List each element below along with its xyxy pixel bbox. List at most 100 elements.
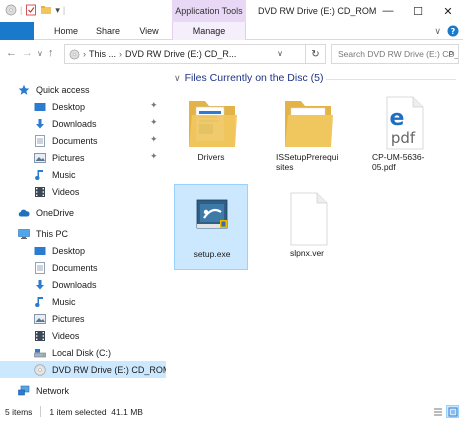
title-bar: | ▾ | Application Tools DVD RW Drive (E:… bbox=[0, 0, 463, 22]
videos-icon bbox=[35, 186, 45, 197]
breadcrumb-this-pc[interactable]: This ... bbox=[89, 49, 116, 59]
nav-label: Documents bbox=[52, 135, 98, 146]
network-icon bbox=[18, 385, 30, 395]
large-icons-view-icon bbox=[448, 407, 457, 416]
nav-label: Documents bbox=[52, 262, 98, 273]
nav-label: Downloads bbox=[52, 118, 97, 129]
nav-label: Videos bbox=[52, 330, 80, 341]
file-item-drivers[interactable]: Drivers bbox=[174, 88, 248, 174]
pin-icon[interactable]: ✦ bbox=[150, 151, 158, 162]
svg-text:?: ? bbox=[451, 27, 456, 36]
status-divider bbox=[40, 406, 42, 417]
close-button[interactable]: ✕ bbox=[433, 0, 463, 22]
nav-network[interactable]: Network bbox=[0, 382, 166, 399]
cloud-icon bbox=[18, 209, 30, 216]
nav-pc-pictures[interactable]: Pictures bbox=[0, 310, 166, 327]
status-selection: 1 item selected 41.1 MB bbox=[49, 406, 143, 417]
tab-share[interactable]: Share bbox=[90, 22, 126, 40]
pdf-icon: e pdf bbox=[386, 96, 424, 150]
search-placeholder: Search DVD RW Drive (E:) CD_... bbox=[338, 49, 459, 59]
nav-label: Pictures bbox=[52, 313, 85, 324]
folder-icon bbox=[189, 101, 237, 147]
nav-onedrive[interactable]: OneDrive bbox=[0, 204, 166, 221]
pin-icon[interactable]: ✦ bbox=[150, 117, 158, 128]
refresh-button[interactable]: ↻ bbox=[306, 44, 326, 64]
new-folder-icon[interactable] bbox=[40, 4, 52, 16]
tab-home[interactable]: Home bbox=[48, 22, 84, 40]
installer-icon bbox=[196, 199, 228, 229]
nav-pc-dvd-drive[interactable]: DVD RW Drive (E:) CD_ROM bbox=[0, 361, 170, 378]
music-icon bbox=[35, 296, 43, 307]
file-name: ISSetupPrerequisites bbox=[276, 152, 339, 172]
context-tab-header: Application Tools bbox=[172, 0, 246, 22]
navigation-pane: Quick access Desktop ✦ Downloads ✦ Docum… bbox=[0, 68, 170, 400]
help-icon[interactable]: ? bbox=[447, 25, 459, 37]
breadcrumb-separator-icon: › bbox=[83, 49, 86, 59]
videos-icon bbox=[35, 330, 45, 341]
recent-locations-icon[interactable]: ∨ bbox=[37, 49, 43, 58]
nav-item-music[interactable]: Music bbox=[0, 166, 166, 183]
back-arrow-icon[interactable]: ← bbox=[6, 47, 17, 59]
nav-item-pictures[interactable]: Pictures ✦ bbox=[0, 149, 166, 166]
search-input[interactable]: Search DVD RW Drive (E:) CD_... ⌕ bbox=[331, 44, 459, 64]
address-bar[interactable]: › This ... › DVD RW Drive (E:) CD_R... ∨ bbox=[64, 44, 306, 64]
group-header[interactable]: ∨ Files Currently on the Disc (5) bbox=[174, 72, 323, 84]
file-name: Drivers bbox=[197, 152, 225, 162]
documents-icon bbox=[35, 261, 45, 274]
downloads-icon bbox=[36, 279, 44, 289]
documents-icon bbox=[35, 134, 45, 147]
breadcrumb-current[interactable]: DVD RW Drive (E:) CD_R... bbox=[125, 49, 236, 59]
folder-icon bbox=[285, 101, 333, 147]
properties-icon[interactable] bbox=[25, 4, 37, 16]
nav-pc-downloads[interactable]: Downloads bbox=[0, 276, 166, 293]
nav-label: Downloads bbox=[52, 279, 97, 290]
nav-pc-videos[interactable]: Videos bbox=[0, 327, 166, 344]
expand-ribbon-icon[interactable]: ∨ bbox=[434, 26, 441, 37]
desktop-icon bbox=[34, 246, 46, 255]
nav-item-documents[interactable]: Documents ✦ bbox=[0, 132, 166, 149]
nav-pc-music[interactable]: Music bbox=[0, 293, 166, 310]
ribbon-right-controls: ∨ ? bbox=[434, 25, 459, 37]
pin-icon[interactable]: ✦ bbox=[150, 134, 158, 145]
nav-label: Videos bbox=[52, 186, 80, 197]
collapse-chevron-icon[interactable]: ∨ bbox=[174, 73, 181, 84]
large-icons-view-button[interactable] bbox=[446, 405, 459, 418]
up-arrow-icon[interactable]: ↑ bbox=[48, 47, 54, 59]
desktop-icon bbox=[34, 102, 46, 111]
window-title: DVD RW Drive (E:) CD_ROM bbox=[258, 6, 377, 16]
downloads-icon bbox=[36, 118, 44, 128]
nav-this-pc[interactable]: This PC bbox=[0, 225, 166, 242]
breadcrumb-separator-icon: › bbox=[119, 49, 123, 59]
nav-item-desktop[interactable]: Desktop ✦ bbox=[0, 98, 166, 115]
group-header-label: Files Currently on the Disc (5) bbox=[184, 72, 324, 84]
file-item-setup-exe[interactable]: setup.exe bbox=[174, 184, 248, 270]
nav-item-downloads[interactable]: Downloads ✦ bbox=[0, 115, 166, 132]
details-view-icon bbox=[433, 408, 442, 415]
file-item-slpnx-ver[interactable]: slpnx.ver bbox=[270, 184, 344, 270]
search-icon: ⌕ bbox=[448, 48, 454, 59]
minimize-button[interactable]: — bbox=[373, 0, 403, 22]
customize-qat-icon[interactable]: ▾ bbox=[55, 5, 60, 16]
pin-icon[interactable]: ✦ bbox=[150, 100, 158, 111]
address-row: ← → ∨ ↑ › This ... › DVD RW Drive (E:) C… bbox=[0, 40, 463, 68]
file-item-pdf[interactable]: e pdf CP-UM-5636-05.pdf bbox=[366, 88, 440, 174]
details-view-button[interactable] bbox=[431, 405, 444, 418]
file-item-issetupprerequisites[interactable]: ISSetupPrerequisites bbox=[270, 88, 344, 174]
ribbon-tabs: File Home Share View Manage ∨ ? bbox=[0, 22, 463, 108]
maximize-button[interactable]: ☐ bbox=[403, 0, 433, 22]
nav-pc-desktop[interactable]: Desktop bbox=[0, 242, 166, 259]
nav-pc-local-disk[interactable]: Local Disk (C:) bbox=[0, 344, 166, 361]
nav-label: OneDrive bbox=[36, 207, 75, 218]
pdf-icon-text: pdf bbox=[391, 129, 416, 147]
nav-item-videos[interactable]: Videos bbox=[0, 183, 166, 200]
pictures-icon bbox=[34, 152, 46, 163]
nav-pc-documents[interactable]: Documents bbox=[0, 259, 166, 276]
forward-arrow-icon[interactable]: → bbox=[22, 47, 33, 59]
nav-quick-access[interactable]: Quick access bbox=[0, 81, 166, 98]
disc-icon bbox=[34, 363, 46, 376]
address-dropdown-icon[interactable]: ∨ bbox=[277, 49, 283, 58]
nav-label: Network bbox=[36, 385, 70, 396]
file-list-pane: ∨ Files Currently on the Disc (5) Driver… bbox=[166, 68, 463, 400]
tab-view[interactable]: View bbox=[132, 22, 166, 40]
tab-manage[interactable]: Manage bbox=[172, 22, 246, 40]
